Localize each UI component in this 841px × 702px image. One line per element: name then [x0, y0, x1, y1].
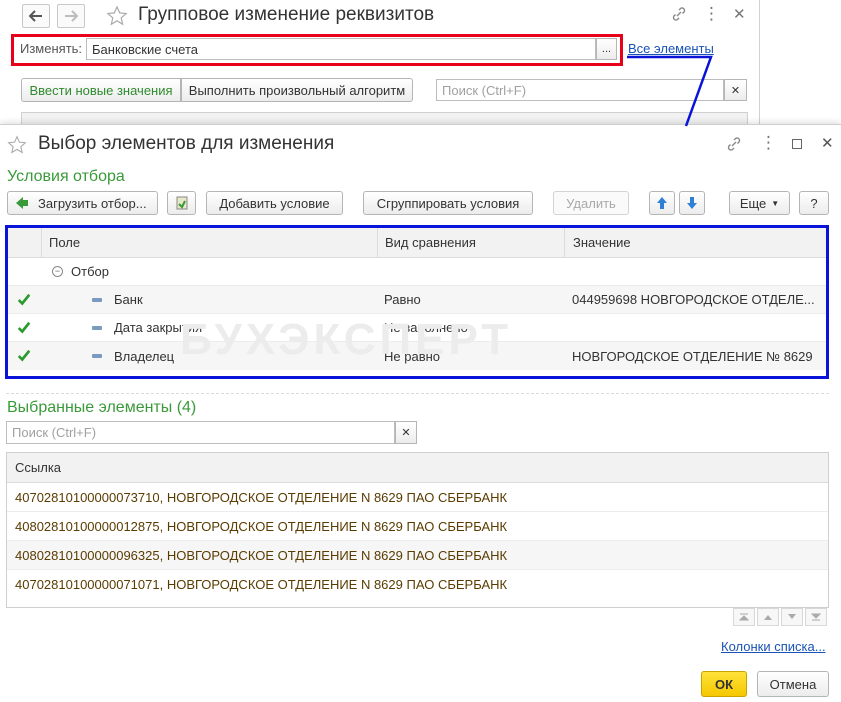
- back-arrow-button[interactable]: [22, 4, 50, 28]
- move-down-button[interactable]: [679, 191, 705, 215]
- page-down-icon: [788, 614, 796, 619]
- selected-search-input[interactable]: Поиск (Ctrl+F): [6, 421, 395, 444]
- forward-arrow-button[interactable]: [57, 4, 85, 28]
- maximize-icon[interactable]: [792, 139, 802, 149]
- filter-value[interactable]: НОВГОРОДСКОЕ ОТДЕЛЕНИЕ № 8629: [572, 342, 824, 370]
- back-search-input[interactable]: Поиск (Ctrl+F): [436, 79, 724, 101]
- filter-section-title: Условия отбора: [7, 168, 125, 185]
- filter-field: Дата закрытия: [114, 320, 203, 335]
- back-grid-header: [21, 112, 748, 124]
- more-dots-icon[interactable]: ⋮: [703, 4, 720, 24]
- filter-value[interactable]: 044959698 НОВГОРОДСКОЕ ОТДЕЛЕ...: [572, 286, 824, 313]
- scroll-top-button[interactable]: [733, 608, 755, 626]
- field-item-icon: [92, 354, 102, 358]
- load-filter-button[interactable]: Загрузить отбор...: [7, 191, 158, 215]
- select-object-button[interactable]: ...: [596, 38, 617, 60]
- delete-button[interactable]: Удалить: [553, 191, 629, 215]
- tab-arbitrary-algorithm[interactable]: Выполнить произвольный алгоритм: [181, 78, 413, 102]
- column-comparison-header[interactable]: Вид сравнения: [377, 228, 564, 257]
- filter-grid-frame: Поле Вид сравнения Значение − Отбор Банк…: [5, 225, 829, 379]
- list-item[interactable]: 40702810100000071071, НОВГОРОДСКОЕ ОТДЕЛ…: [7, 570, 828, 599]
- all-elements-link[interactable]: Все элементы: [628, 41, 714, 56]
- selected-elements-list: Ссылка 40702810100000073710, НОВГОРОДСКО…: [6, 452, 829, 608]
- list-item[interactable]: 40802810100000096325, НОВГОРОДСКОЕ ОТДЕЛ…: [7, 541, 828, 570]
- selection-dialog: Выбор элементов для изменения ⋮ ✕ Услови…: [0, 124, 841, 702]
- column-value-header[interactable]: Значение: [564, 228, 826, 257]
- load-filter-label: Загрузить отбор...: [38, 195, 147, 211]
- filter-comparison[interactable]: Не заполнено: [384, 314, 468, 341]
- link-icon[interactable]: [671, 6, 687, 26]
- filter-comparison[interactable]: Не равно: [384, 342, 440, 370]
- close-back-icon[interactable]: ✕: [733, 5, 746, 23]
- save-filter-icon: [176, 196, 187, 210]
- selected-list-header: Ссылка: [7, 453, 828, 483]
- ok-button[interactable]: ОК: [701, 671, 747, 697]
- section-divider: [6, 393, 829, 394]
- last-page-icon: [811, 613, 821, 621]
- change-label: Изменять:: [20, 41, 83, 56]
- page-up-icon: [764, 615, 772, 620]
- help-button[interactable]: ?: [799, 191, 829, 215]
- arrow-left-icon: [29, 10, 42, 22]
- dialog-link-icon[interactable]: [726, 136, 742, 155]
- back-window: Групповое изменение реквизитов ⋮ ✕ Измен…: [0, 0, 760, 130]
- arrow-right-icon: [65, 10, 78, 22]
- back-window-title: Групповое изменение реквизитов: [138, 4, 435, 25]
- filter-field: Банк: [114, 292, 143, 307]
- column-reference-header[interactable]: Ссылка: [15, 453, 61, 482]
- group-label: Отбор: [71, 264, 109, 279]
- filter-group-row[interactable]: − Отбор: [8, 258, 826, 286]
- list-item[interactable]: 40702810100000073710, НОВГОРОДСКОЕ ОТДЕЛ…: [7, 483, 828, 512]
- list-columns-link[interactable]: Колонки списка...: [721, 639, 826, 654]
- close-dialog-icon[interactable]: ✕: [821, 134, 834, 152]
- field-item-icon: [92, 325, 102, 330]
- clear-selected-search-button[interactable]: ✕: [395, 421, 417, 444]
- more-label: Еще: [739, 195, 767, 211]
- filter-row-owner[interactable]: Владелец Не равно НОВГОРОДСКОЕ ОТДЕЛЕНИЕ…: [8, 342, 826, 370]
- first-page-icon: [739, 613, 749, 621]
- dialog-more-dots-icon[interactable]: ⋮: [760, 133, 777, 153]
- filter-value[interactable]: [572, 314, 824, 341]
- filter-comparison[interactable]: Равно: [384, 286, 421, 313]
- filter-row-bank[interactable]: Банк Равно 044959698 НОВГОРОДСКОЕ ОТДЕЛЕ…: [8, 286, 826, 314]
- arrow-up-icon: [657, 197, 667, 209]
- checkbox-checked-icon[interactable]: [17, 293, 31, 307]
- filter-grid-header: Поле Вид сравнения Значение: [8, 228, 826, 258]
- more-menu-button[interactable]: Еще ▼: [729, 191, 790, 215]
- checkbox-checked-icon[interactable]: [17, 321, 31, 335]
- selected-section-title: Выбранные элементы (4): [7, 399, 197, 416]
- add-condition-button[interactable]: Добавить условие: [206, 191, 343, 215]
- scroll-down-button[interactable]: [781, 608, 803, 626]
- favorite-star-icon[interactable]: [106, 5, 128, 30]
- tab-new-values[interactable]: Ввести новые значения: [21, 78, 181, 102]
- move-up-button[interactable]: [649, 191, 675, 215]
- arrow-down-icon: [687, 197, 697, 209]
- scroll-up-button[interactable]: [757, 608, 779, 626]
- collapse-group-icon[interactable]: −: [52, 266, 63, 277]
- field-item-icon: [92, 297, 102, 302]
- list-item-text: 40702810100000073710, НОВГОРОДСКОЕ ОТДЕЛ…: [15, 489, 508, 505]
- dialog-title: Выбор элементов для изменения: [38, 133, 335, 154]
- change-object-field[interactable]: Банковские счета: [86, 38, 596, 60]
- filter-field: Владелец: [114, 348, 175, 364]
- filter-row-close-date[interactable]: Дата закрытия Не заполнено: [8, 314, 826, 342]
- list-item-text: 40702810100000071071, НОВГОРОДСКОЕ ОТДЕЛ…: [15, 577, 508, 592]
- dialog-favorite-star-icon[interactable]: [7, 135, 27, 158]
- column-field-header[interactable]: Поле: [41, 228, 377, 257]
- save-filter-button[interactable]: [167, 191, 196, 215]
- list-item-text: 40802810100000012875, НОВГОРОДСКОЕ ОТДЕЛ…: [15, 518, 508, 534]
- list-item-text: 40802810100000096325, НОВГОРОДСКОЕ ОТДЕЛ…: [15, 547, 508, 563]
- dropdown-caret-icon: ▼: [771, 198, 780, 208]
- load-arrow-icon: [16, 197, 28, 209]
- scroll-bottom-button[interactable]: [805, 608, 827, 626]
- cancel-button[interactable]: Отмена: [757, 671, 829, 697]
- clear-back-search-button[interactable]: ✕: [724, 79, 747, 101]
- checkbox-checked-icon[interactable]: [17, 349, 31, 363]
- list-item[interactable]: 40802810100000012875, НОВГОРОДСКОЕ ОТДЕЛ…: [7, 512, 828, 541]
- group-conditions-button[interactable]: Сгруппировать условия: [363, 191, 533, 215]
